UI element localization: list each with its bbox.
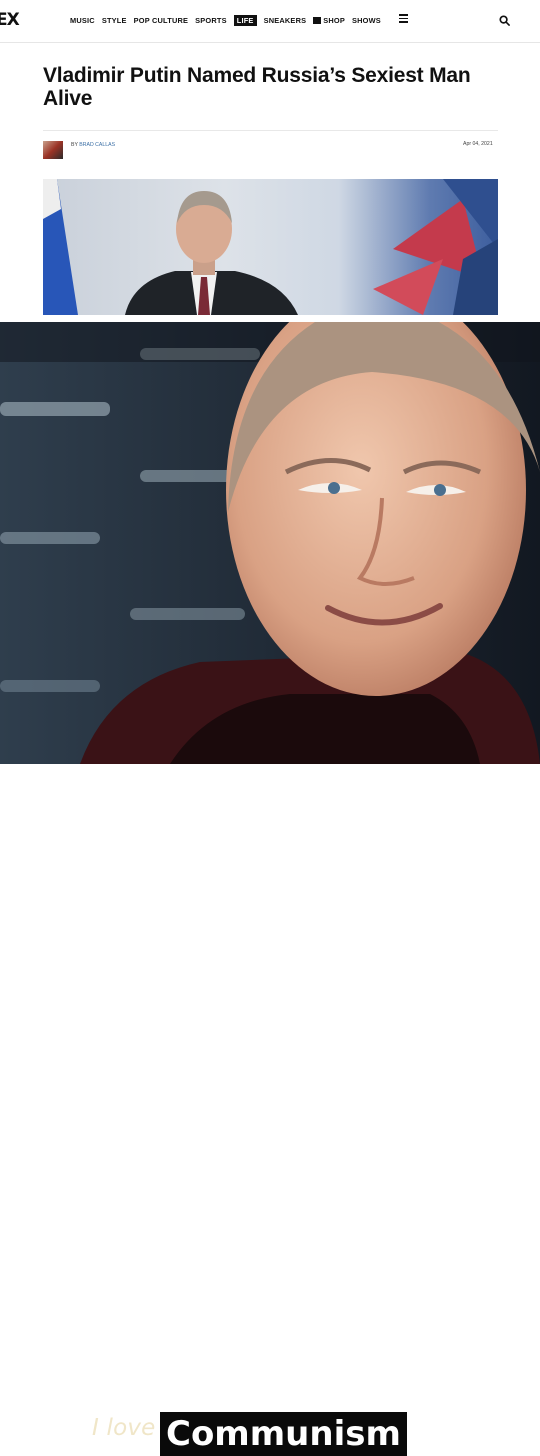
divider <box>43 130 498 131</box>
nav-item-sneakers[interactable]: SNEAKERS <box>264 16 307 25</box>
nav-item-style[interactable]: STYLE <box>102 16 127 25</box>
author-link[interactable]: BRAD CALLAS <box>79 142 115 148</box>
hero-photo <box>43 179 498 315</box>
author-avatar[interactable] <box>43 141 63 159</box>
nav-item-shop-label: SHOP <box>323 16 345 25</box>
publish-date: Apr 04, 2021 <box>463 141 493 147</box>
nav-menu: MUSIC STYLE POP CULTURE SPORTS LIFE SNEA… <box>70 15 381 26</box>
caption-label-box: Communism <box>160 1412 407 1456</box>
shop-icon <box>313 17 322 24</box>
caption-bold-text: Communism <box>166 1414 401 1454</box>
meme-photo <box>0 322 540 764</box>
nav-item-life[interactable]: LIFE <box>233 15 257 26</box>
nav-item-music[interactable]: MUSIC <box>70 16 95 25</box>
caption-italic-text: I love <box>92 1415 156 1441</box>
hamburger-icon[interactable] <box>399 14 408 25</box>
article-headline: Vladimir Putin Named Russia’s Sexiest Ma… <box>43 64 471 110</box>
nav-item-shows[interactable]: SHOWS <box>352 16 381 25</box>
meme-image <box>0 322 540 764</box>
nav-item-pop-culture[interactable]: POP CULTURE <box>134 16 189 25</box>
site-logo[interactable]: EX <box>0 10 20 30</box>
article-hero-image <box>43 179 498 315</box>
meme-caption: I love Communism <box>0 700 540 1456</box>
byline: BY BRAD CALLAS <box>71 142 115 148</box>
nav-item-sports[interactable]: SPORTS <box>195 16 227 25</box>
nav-item-shop[interactable]: SHOP <box>313 16 345 25</box>
byline-prefix: BY <box>71 142 78 148</box>
search-icon[interactable] <box>499 15 510 26</box>
site-nav-bar: EX MUSIC STYLE POP CULTURE SPORTS LIFE S… <box>0 0 540 43</box>
